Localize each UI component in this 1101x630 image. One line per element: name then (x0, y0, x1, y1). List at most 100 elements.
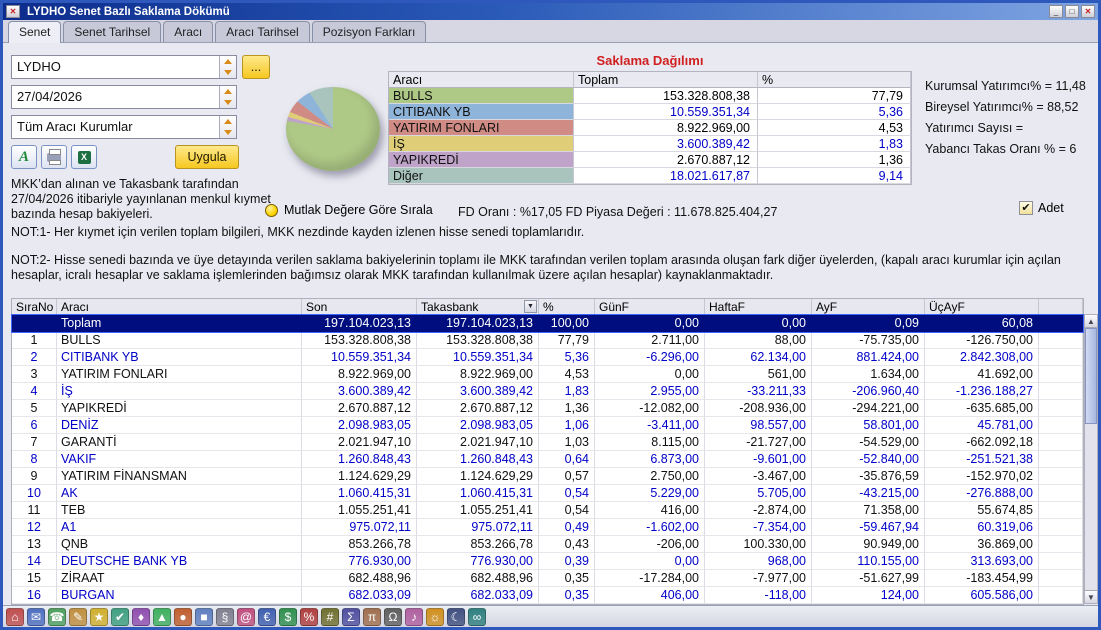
column-header-s-rano[interactable]: SıraNo (12, 299, 57, 315)
scroll-up-icon[interactable]: ▲ (1085, 315, 1097, 328)
minimize-icon[interactable]: _ (1049, 5, 1063, 18)
distribution-row-citibank-yb[interactable]: CITIBANK YB 10.559.351,34 5,36 (389, 104, 911, 120)
table-cell: 100,00 (539, 315, 595, 332)
table-row-yatirim-fonlari[interactable]: 3 YATIRIM FONLARI 8.922.969,00 8.922.969,00… (12, 366, 1083, 383)
table-row-garanti[interactable]: 7 GARANTİ 2.021.947,10 2.021.947,10 1,03 8.11… (12, 434, 1083, 451)
table-row-citibank-yb[interactable]: 2 CITIBANK YB 10.559.351,34 10.559.351,34 5,… (12, 349, 1083, 366)
mail-icon[interactable]: ✉ (27, 607, 45, 626)
table-row-vakif[interactable]: 8 VAKIF 1.260.848,43 1.260.848,43 0,64 6.873,… (12, 451, 1083, 468)
portfolio-icon[interactable]: ♦ (132, 607, 150, 626)
sun-icon[interactable]: ☼ (426, 607, 444, 626)
maximize-icon[interactable]: □ (1065, 5, 1079, 18)
infinity-icon[interactable]: ∞ (468, 607, 486, 626)
distribution-row-bulls[interactable]: BULLS 153.328.808,38 77,79 (389, 88, 911, 104)
table-row-burgan[interactable]: 16 BURGAN 682.033,09 682.033,09 0,35 406,00 -1… (12, 587, 1083, 604)
window-title: LYDHO Senet Bazlı Saklama Dökümü (27, 5, 230, 18)
distribution-col-toplam[interactable]: Toplam (574, 72, 758, 88)
spinner-icon[interactable] (219, 86, 236, 108)
distribution-row-yatirim-fonlari[interactable]: YATIRIM FONLARI 8.922.969,00 4,53 (389, 120, 911, 136)
table-cell: 36.869,00 (925, 536, 1039, 553)
table-cell: 124,00 (812, 587, 925, 604)
pi-icon[interactable]: π (363, 607, 381, 626)
scrollbar-thumb[interactable] (1085, 328, 1097, 424)
table-cell: 2.750,00 (595, 468, 705, 485)
distribution-col-araci[interactable]: Aracı (389, 72, 574, 88)
table-row-i[interactable]: 4 İŞ 3.600.389,42 3.600.389,42 1,83 2.955,00-… (12, 383, 1083, 400)
home-icon[interactable]: ⌂ (6, 607, 24, 626)
column-header-ayf[interactable]: AyF (812, 299, 925, 315)
date-select[interactable]: 27/04/2026 (11, 85, 237, 109)
table-cell: 45.781,00 (925, 417, 1039, 434)
omega-icon[interactable]: Ω (384, 607, 402, 626)
table-cell: -6.296,00 (595, 349, 705, 366)
favorites-icon[interactable]: ★ (90, 607, 108, 626)
tab-pozisyon-farklar[interactable]: Pozisyon Farkları (311, 21, 427, 42)
sort-option[interactable]: Mutlak Değere Göre Sırala (265, 203, 433, 217)
music-icon[interactable]: ♪ (405, 607, 423, 626)
column-header-g-nf[interactable]: GünF (595, 299, 705, 315)
edit-icon[interactable]: ✎ (69, 607, 87, 626)
table-cell: Toplam (57, 315, 302, 332)
news-icon[interactable]: § (216, 607, 234, 626)
total-row[interactable]: Toplam 197.104.023,13 197.104.023,13 100,00… (11, 314, 1084, 333)
close-icon[interactable]: ✕ (6, 5, 20, 18)
radio-icon[interactable] (265, 203, 278, 217)
tab-senet-tarihsel[interactable]: Senet Tarihsel (63, 21, 162, 42)
table-row-deutsche-bank-yb[interactable]: 14 DEUTSCHE BANK YB 776.930,00 776.930,00 0,… (12, 553, 1083, 570)
tasks-icon[interactable]: ✔ (111, 607, 129, 626)
column-header-takasbank[interactable]: Takasbank ▼ (417, 299, 539, 315)
chevron-down-icon[interactable]: ▼ (524, 300, 537, 313)
table-row-bulls[interactable]: 1 BULLS 153.328.808,38 153.328.808,38 77,79 2… (12, 332, 1083, 349)
contacts-icon[interactable]: @ (237, 607, 255, 626)
font-button[interactable]: A (11, 145, 37, 169)
symbol-select[interactable]: LYDHO (11, 55, 237, 79)
market-icon[interactable]: ● (174, 607, 192, 626)
broker-select[interactable]: Tüm Aracı Kurumlar (11, 115, 237, 139)
table-row-ak[interactable]: 10 AK 1.060.415,31 1.060.415,31 0,54 5.229,00… (12, 485, 1083, 502)
table-cell-filler (1039, 553, 1083, 570)
distribution-row-di-er[interactable]: Diğer 18.021.617,87 9,14 (389, 168, 911, 184)
sum-icon[interactable]: Σ (342, 607, 360, 626)
scroll-down-icon[interactable]: ▼ (1085, 590, 1097, 603)
column-header-son[interactable]: Son (302, 299, 417, 315)
table-row-zi-raat[interactable]: 15 ZİRAAT 682.488,96 682.488,96 0,35 -17.284,… (12, 570, 1083, 587)
table-row-qnb[interactable]: 13 QNB 853.266,78 853.266,78 0,43 -206,00 100.… (12, 536, 1083, 553)
export-excel-button[interactable]: X (71, 145, 97, 169)
hash-icon[interactable]: # (321, 607, 339, 626)
table-row-yapikredi[interactable]: 5 YAPIKREDİ 2.670.887,12 2.670.887,12 1,36 -1… (12, 400, 1083, 417)
euro-icon[interactable]: € (258, 607, 276, 626)
spinner-icon[interactable] (219, 56, 236, 78)
table-row-yatirim-fi-nansman[interactable]: 9 YATIRIM FİNANSMAN 1.124.629,29 1.124.629,… (12, 468, 1083, 485)
table-row-teb[interactable]: 11 TEB 1.055.251,41 1.055.251,41 0,54 416,00-… (12, 502, 1083, 519)
tab-arac[interactable]: Aracı (163, 21, 214, 42)
spinner-icon[interactable] (219, 116, 236, 138)
column-header-x[interactable]: % (539, 299, 595, 315)
tab-arac-tarihsel[interactable]: Aracı Tarihsel (215, 21, 310, 42)
table-scrollbar[interactable]: ▲ ▼ (1084, 314, 1098, 604)
checkmark-icon[interactable]: ✔ (1019, 201, 1033, 215)
chart-up-icon[interactable]: ▲ (153, 607, 171, 626)
grid-icon[interactable]: ■ (195, 607, 213, 626)
dollar-icon[interactable]: $ (279, 607, 297, 626)
tab-senet[interactable]: Senet (8, 21, 62, 43)
info-text: MKK’dan alınan ve Takasbank tarafından 2… (11, 177, 271, 221)
table-cell: 4,53 (539, 366, 595, 383)
column-header-arac[interactable]: Aracı (57, 299, 302, 315)
distribution-cell: 5,36 (758, 104, 911, 120)
table-row-a1[interactable]: 12 A1 975.072,11 975.072,11 0,49 -1.602,00 -7.… (12, 519, 1083, 536)
moon-icon[interactable]: ☾ (447, 607, 465, 626)
more-button[interactable]: ... (242, 55, 270, 79)
column-header-haftaf[interactable]: HaftaF (705, 299, 812, 315)
adet-checkbox[interactable]: ✔ Adet (1019, 201, 1064, 215)
distribution-row-yapikredi[interactable]: YAPIKREDİ 2.670.887,12 1,36 (389, 152, 911, 168)
print-button[interactable] (41, 145, 67, 169)
table-row-deni-z[interactable]: 6 DENİZ 2.098.983,05 2.098.983,05 1,06 -3.411… (12, 417, 1083, 434)
content-area: LYDHO ... 27/04/2026 Tüm Aracı Kurumlar … (3, 43, 1098, 605)
distribution-col-pct[interactable]: % (758, 72, 911, 88)
apply-button[interactable]: Uygula (175, 145, 239, 169)
phone-icon[interactable]: ☎ (48, 607, 66, 626)
percent-icon[interactable]: % (300, 607, 318, 626)
distribution-row-i[interactable]: İŞ 3.600.389,42 1,83 (389, 136, 911, 152)
column-header-ayf[interactable]: ÜçAyF (925, 299, 1039, 315)
close-icon[interactable]: ✕ (1081, 5, 1095, 18)
